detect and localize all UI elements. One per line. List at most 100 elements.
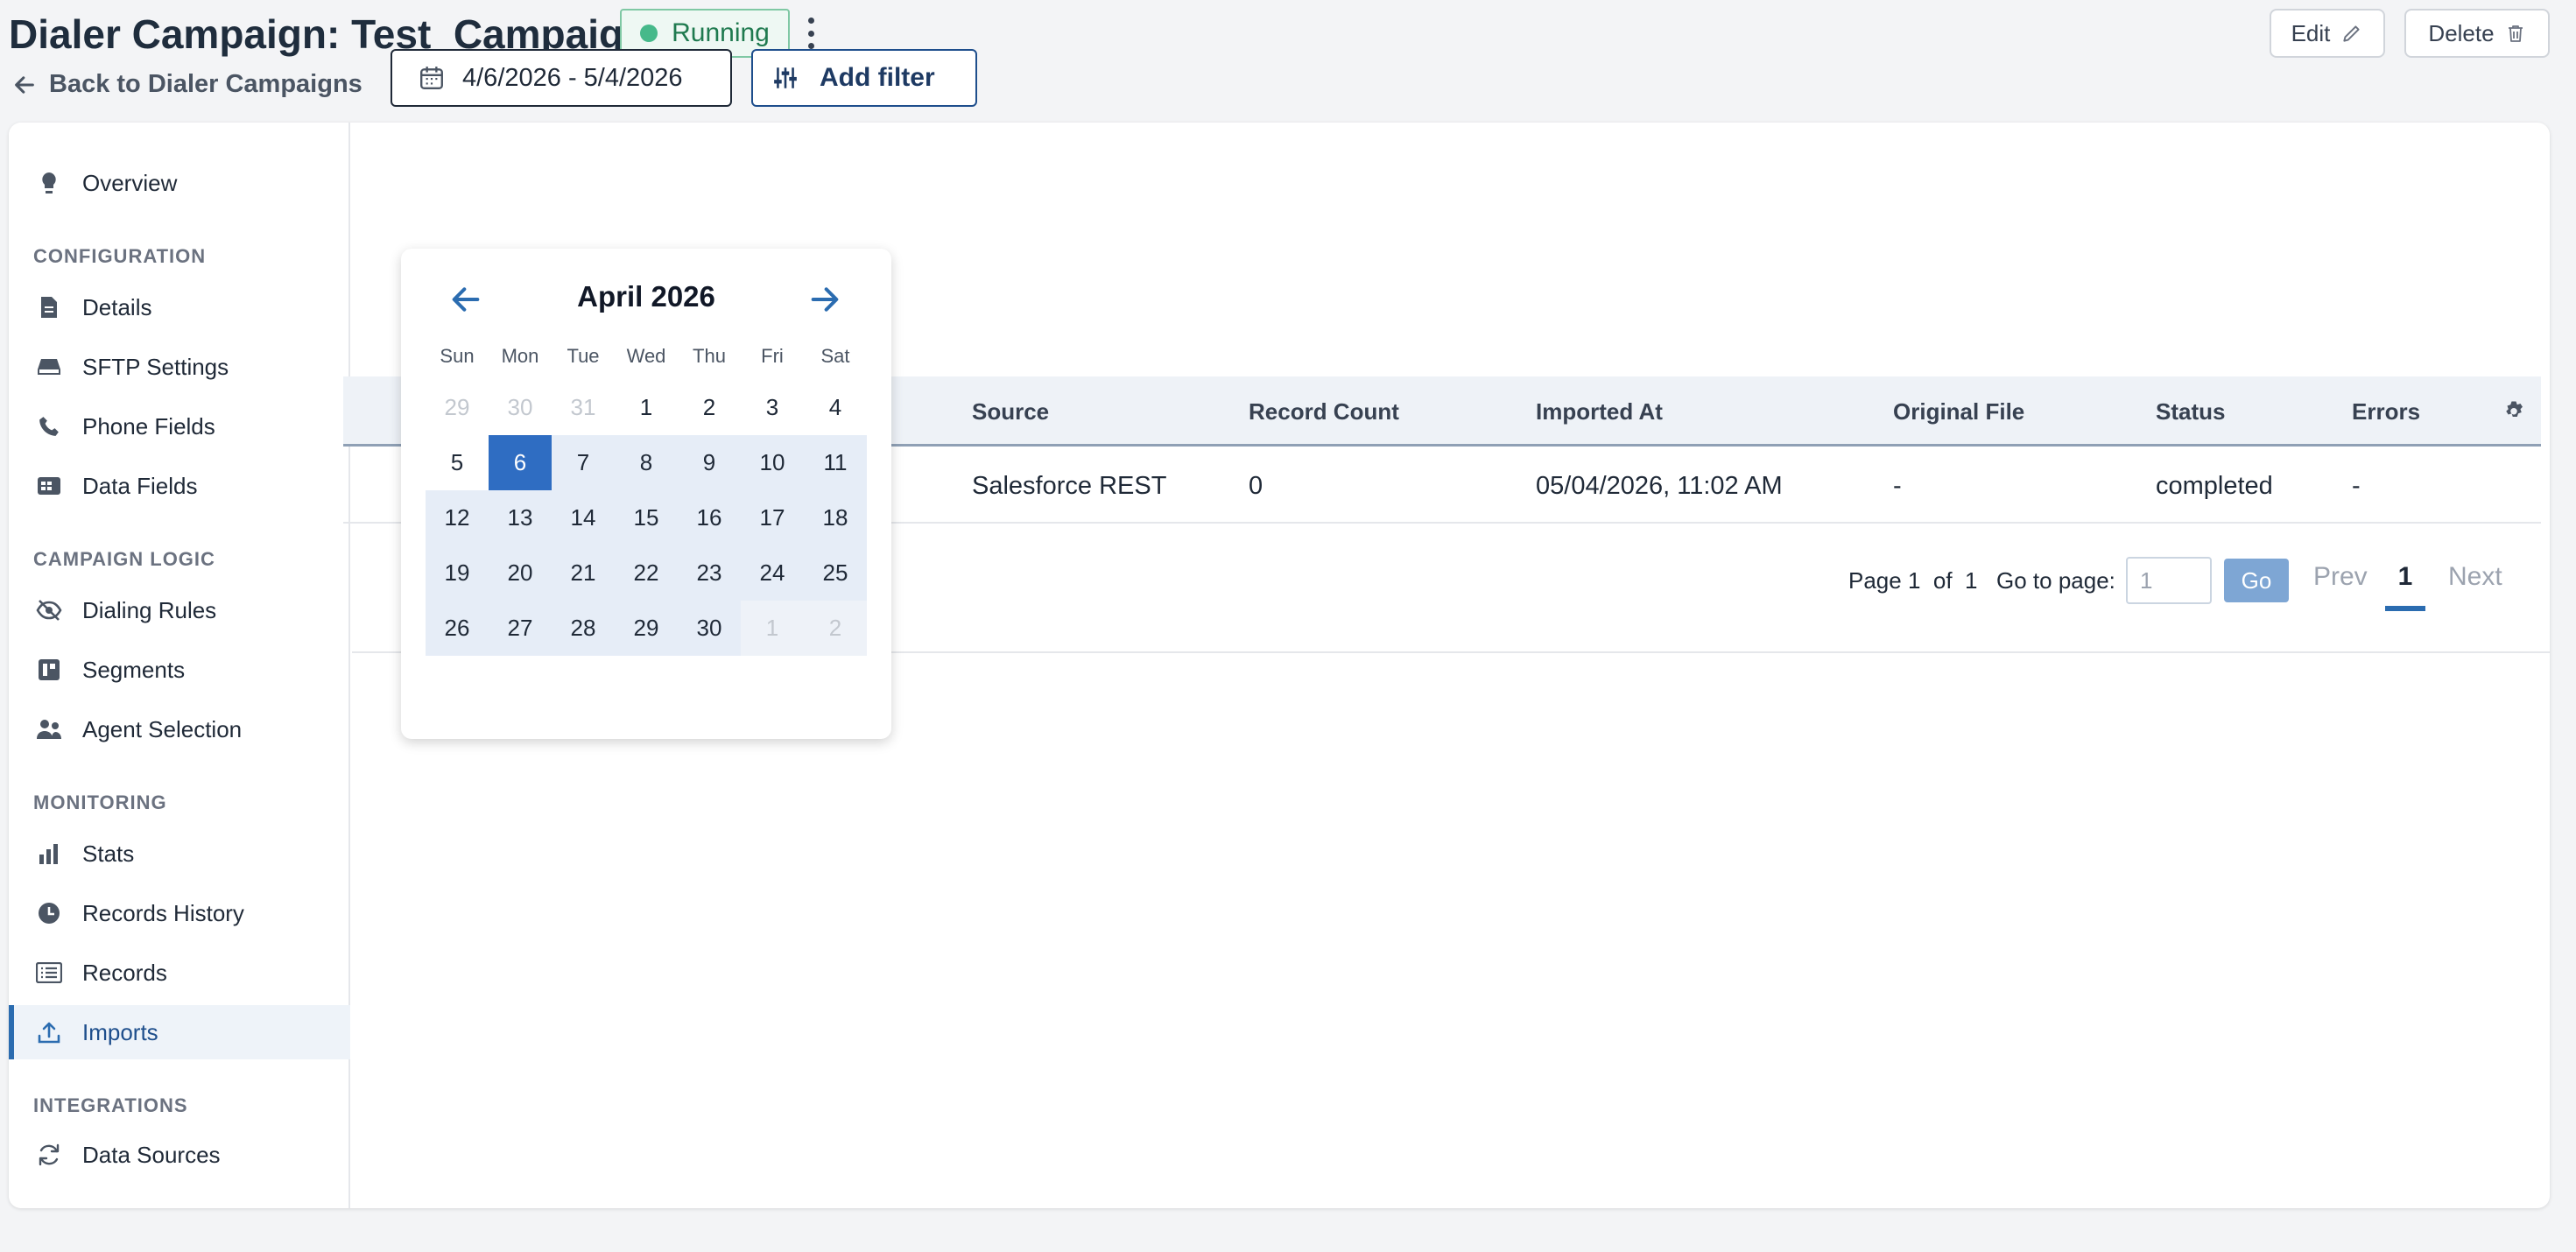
sidebar-item-dialing-rules[interactable]: Dialing Rules	[9, 583, 350, 637]
edit-button[interactable]: Edit	[2270, 9, 2385, 58]
calendar-day[interactable]: 24	[741, 545, 804, 601]
column-header-record-count[interactable]: Record Count	[1249, 376, 1399, 447]
calendar-day[interactable]: 26	[426, 601, 489, 656]
sidebar-item-agent-selection[interactable]: Agent Selection	[9, 702, 350, 756]
calendar-day[interactable]: 3	[741, 380, 804, 435]
hard-drive-icon	[35, 353, 63, 381]
calendar-day[interactable]: 7	[552, 435, 615, 490]
calendar-day[interactable]: 22	[615, 545, 678, 601]
column-header-source[interactable]: Source	[972, 376, 1049, 447]
calendar-day[interactable]: 17	[741, 490, 804, 545]
calendar-day[interactable]: 21	[552, 545, 615, 601]
cell-status: completed	[2156, 472, 2273, 500]
calendar-day[interactable]: 12	[426, 490, 489, 545]
calendar-day[interactable]: 13	[489, 490, 552, 545]
date-range-value: 4/6/2026 - 5/4/2026	[462, 63, 683, 92]
sidebar-item-label: Stats	[82, 840, 135, 867]
sidebar-item-label: Details	[82, 293, 152, 320]
weekday-label: Fri	[761, 345, 784, 367]
bar-chart-icon	[35, 840, 63, 868]
page-number-button[interactable]: 1	[2385, 562, 2425, 611]
sidebar-item-label: Imports	[82, 1018, 158, 1045]
cell-source: Salesforce REST	[972, 472, 1167, 500]
sidebar-item-records-history[interactable]: Records History	[9, 886, 350, 940]
calendar-day[interactable]: 28	[552, 601, 615, 656]
column-header-status[interactable]: Status	[2156, 376, 2225, 447]
calendar-day[interactable]: 18	[804, 490, 867, 545]
add-filter-button[interactable]: Add filter	[751, 49, 977, 107]
column-header-original-file[interactable]: Original File	[1893, 376, 2024, 447]
calendar-day[interactable]: 30	[678, 601, 741, 656]
add-filter-label: Add filter	[820, 63, 935, 92]
sidebar-item-records[interactable]: Records	[9, 946, 350, 1000]
cell-original-file: -	[1893, 472, 1902, 500]
sidebar-item-label: SFTP Settings	[82, 353, 229, 380]
sidebar-item-label: Phone Fields	[82, 412, 215, 440]
phone-icon	[35, 412, 63, 440]
calendar-day[interactable]: 5	[426, 435, 489, 490]
column-header-imported-at[interactable]: Imported At	[1536, 376, 1663, 447]
calendar-day-selected[interactable]: 6	[489, 435, 552, 490]
calendar-day[interactable]: 10	[741, 435, 804, 490]
weekday-label: Tue	[567, 345, 600, 367]
calendar-day[interactable]: 20	[489, 545, 552, 601]
status-dot-icon	[640, 25, 658, 42]
sidebar-item-overview[interactable]: Overview	[9, 156, 350, 210]
sidebar-item-sftp-settings[interactable]: SFTP Settings	[9, 340, 350, 394]
calendar-day[interactable]: 30	[489, 380, 552, 435]
back-link[interactable]: Back to Dialer Campaigns	[12, 70, 362, 99]
calendar-day[interactable]: 4	[804, 380, 867, 435]
sidebar-item-data-sources[interactable]: Data Sources	[9, 1128, 350, 1182]
sidebar-item-phone-fields[interactable]: Phone Fields	[9, 399, 350, 454]
calendar-day[interactable]: 2	[804, 601, 867, 656]
delete-button[interactable]: Delete	[2404, 9, 2550, 58]
pagination-summary: Page 1 of 1	[1848, 567, 1978, 594]
calendar-day[interactable]: 16	[678, 490, 741, 545]
calendar-day[interactable]: 23	[678, 545, 741, 601]
main-card: Overview CONFIGURATION Details SFTP Sett…	[9, 123, 2550, 1208]
prev-button[interactable]: Prev	[2313, 562, 2368, 592]
sidebar-item-data-fields[interactable]: Data Fields	[9, 459, 350, 513]
sidebar-item-segments[interactable]: Segments	[9, 643, 350, 697]
calendar-week: 5 6 7 8 9 10 11	[426, 435, 867, 490]
more-options-icon[interactable]	[800, 12, 821, 54]
calendar-day[interactable]: 9	[678, 435, 741, 490]
clock-icon	[35, 899, 63, 927]
calendar-week: 29 30 31 1 2 3 4	[426, 380, 867, 435]
arrow-left-icon	[15, 75, 34, 94]
column-header-errors[interactable]: Errors	[2352, 376, 2420, 447]
calendar-day[interactable]: 11	[804, 435, 867, 490]
calendar-day[interactable]: 27	[489, 601, 552, 656]
of-label: of	[1932, 567, 1953, 594]
calendar-day[interactable]: 19	[426, 545, 489, 601]
calendar-day[interactable]: 1	[741, 601, 804, 656]
sidebar-item-imports[interactable]: Imports	[9, 1005, 350, 1059]
date-range-button[interactable]: 4/6/2026 - 5/4/2026	[391, 49, 732, 107]
calendar-day[interactable]: 29	[426, 380, 489, 435]
go-button[interactable]: Go	[2224, 559, 2289, 602]
arrow-right-icon[interactable]	[807, 282, 842, 317]
upload-icon	[35, 1018, 63, 1046]
users-icon	[35, 715, 63, 743]
calendar-day[interactable]: 15	[615, 490, 678, 545]
gear-icon[interactable]	[2501, 399, 2527, 426]
status-label: Running	[672, 18, 770, 47]
list-icon	[35, 959, 63, 987]
next-button[interactable]: Next	[2448, 562, 2502, 592]
calendar-grid: Sun Mon Tue Wed Thu Fri Sat 29 30 31 1 2…	[426, 345, 867, 656]
sidebar-item-details[interactable]: Details	[9, 280, 350, 334]
section-integrations: INTEGRATIONS	[33, 1094, 188, 1116]
sidebar-item-label: Overview	[82, 169, 178, 196]
calendar-day[interactable]: 14	[552, 490, 615, 545]
calendar-day[interactable]: 8	[615, 435, 678, 490]
date-picker-popup: April 2026 Sun Mon Tue Wed Thu Fri Sat 2…	[401, 249, 891, 739]
calendar-day[interactable]: 31	[552, 380, 615, 435]
calendar-day[interactable]: 2	[678, 380, 741, 435]
calendar-day[interactable]: 25	[804, 545, 867, 601]
sidebar-item-stats[interactable]: Stats	[9, 826, 350, 881]
calendar-day[interactable]: 29	[615, 601, 678, 656]
sidebar-item-label: Records History	[82, 899, 244, 926]
goto-page-input[interactable]	[2126, 557, 2212, 604]
calendar-day[interactable]: 1	[615, 380, 678, 435]
delete-label: Delete	[2428, 19, 2495, 46]
